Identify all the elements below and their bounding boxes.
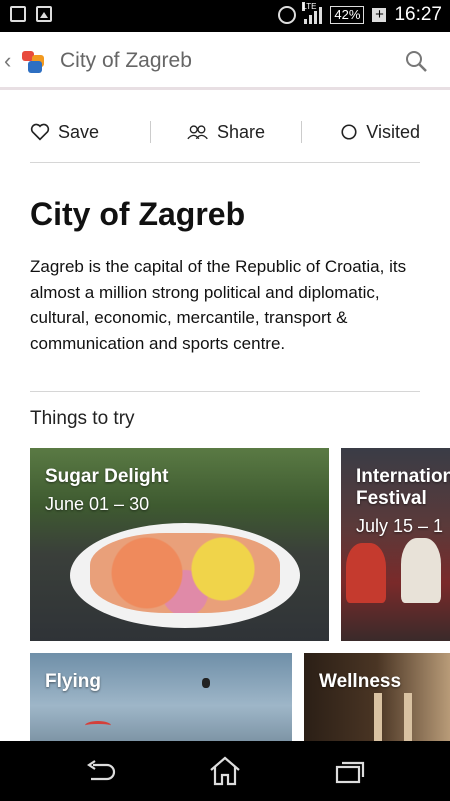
- international-festival-card[interactable]: International Festival July 15 – 1: [341, 448, 450, 641]
- navigation-bar: [0, 741, 450, 801]
- visited-label: Visited: [366, 121, 420, 142]
- macarons-image: [90, 533, 280, 613]
- festival-dancers-image: [346, 543, 386, 603]
- divider: [30, 162, 420, 163]
- divider: [30, 391, 420, 392]
- card-title: International Festival: [356, 466, 450, 509]
- share-people-icon: [187, 125, 208, 140]
- back-chevron-icon[interactable]: ‹: [4, 48, 11, 74]
- paraglider-icon: [202, 678, 210, 688]
- app-bar-title: City of Zagreb: [60, 49, 192, 72]
- wellness-card[interactable]: Wellness: [304, 653, 450, 741]
- signal-icon: LTE: [302, 2, 323, 24]
- save-button[interactable]: Save: [30, 122, 150, 143]
- network-type: LTE: [302, 2, 317, 11]
- page-title: City of Zagreb: [30, 196, 246, 232]
- circle-check-icon: [341, 124, 357, 140]
- battery-level: 42%: [330, 6, 365, 24]
- clock: 16:27: [394, 4, 442, 25]
- save-label: Save: [58, 121, 100, 142]
- card-date: July 15 – 1: [356, 516, 444, 536]
- share-label: Share: [216, 121, 266, 142]
- image-notification-icon: [36, 6, 52, 22]
- back-nav-icon[interactable]: [85, 759, 117, 785]
- city-description: Zagreb is the capital of the Republic of…: [30, 257, 407, 353]
- card-title: Wellness: [319, 671, 402, 692]
- card-title: Flying: [45, 671, 101, 692]
- paraglider-icon: [85, 721, 111, 730]
- visited-button[interactable]: Visited: [302, 122, 420, 143]
- notification-icons: [10, 6, 52, 22]
- sugar-delight-card[interactable]: Sugar Delight June 01 – 30: [30, 448, 329, 641]
- festival-dancers-image: [401, 538, 441, 603]
- search-icon[interactable]: [404, 49, 428, 73]
- card-date: June 01 – 30: [45, 494, 150, 514]
- interior-image: [404, 693, 412, 741]
- app-logo-icon[interactable]: [20, 49, 48, 75]
- charging-icon: +: [372, 7, 387, 22]
- things-to-try-heading: Things to try: [30, 408, 135, 429]
- flying-card[interactable]: Flying: [30, 653, 292, 741]
- home-icon[interactable]: [208, 756, 242, 786]
- action-row: Save Share Visited: [30, 112, 420, 152]
- alarm-icon: [278, 6, 297, 24]
- recent-apps-icon[interactable]: [334, 759, 366, 785]
- download-notification-icon: [10, 6, 26, 22]
- share-button[interactable]: Share: [151, 122, 301, 143]
- interior-image: [374, 693, 382, 741]
- heart-icon: [30, 123, 50, 141]
- app-bar: ‹ City of Zagreb: [0, 32, 450, 90]
- card-title: Sugar Delight: [45, 466, 169, 487]
- status-bar: LTE 42% + 16:27: [0, 0, 450, 32]
